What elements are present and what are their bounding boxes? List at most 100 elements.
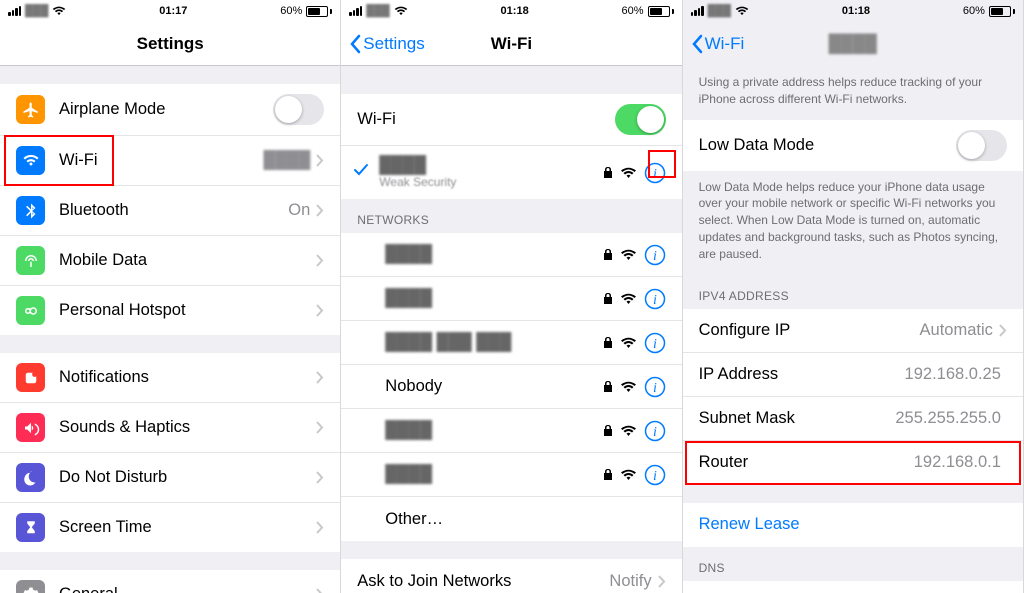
row-ask-join[interactable]: Ask to Join Networks Notify <box>341 559 681 593</box>
svg-text:i: i <box>653 293 657 308</box>
row-label: Ask to Join Networks <box>357 572 609 591</box>
row-hotspot[interactable]: Personal Hotspot <box>0 286 340 335</box>
status-time: 01:17 <box>159 5 187 17</box>
row-value: 255.255.255.0 <box>895 409 1001 428</box>
info-icon[interactable]: i <box>644 376 666 398</box>
battery-pct: 60% <box>963 5 985 17</box>
chevron-left-icon <box>349 34 361 54</box>
privacy-footer: Using a private address helps reduce tra… <box>683 66 1023 120</box>
status-bar: ███ 01:17 60% <box>0 0 340 22</box>
wifi-strength-icon <box>621 469 636 481</box>
row-value: 192.168.0.1 <box>914 453 1001 472</box>
row-configure-dns[interactable]: Configure DNS Automatic <box>683 581 1023 593</box>
row-network[interactable]: ████ i <box>341 409 681 453</box>
moon-icon <box>16 463 45 492</box>
row-connected-network[interactable]: ████ Weak Security i <box>341 146 681 199</box>
nav-bar: Wi-Fi ████ <box>683 22 1023 66</box>
airplane-toggle[interactable] <box>273 94 324 125</box>
wifi-strength-icon <box>621 425 636 437</box>
row-network[interactable]: ████ i <box>341 453 681 497</box>
signal-icon <box>691 6 704 16</box>
carrier-blur: ███ <box>25 5 48 17</box>
info-icon[interactable]: i <box>644 464 666 486</box>
hourglass-icon <box>16 513 45 542</box>
wifi-icon <box>52 6 66 16</box>
row-label: Low Data Mode <box>699 136 956 155</box>
svg-text:i: i <box>653 167 657 182</box>
row-screentime[interactable]: Screen Time <box>0 503 340 552</box>
info-icon[interactable]: i <box>644 244 666 266</box>
network-name: ████ <box>385 421 602 440</box>
gear-icon <box>16 580 45 593</box>
hotspot-icon <box>16 296 45 325</box>
back-label: Wi-Fi <box>705 34 745 54</box>
row-general[interactable]: General <box>0 570 340 593</box>
status-time: 01:18 <box>842 5 870 17</box>
row-label: Other… <box>385 510 665 529</box>
wifi-strength-icon <box>621 381 636 393</box>
row-network[interactable]: ████ ███ ███ i <box>341 321 681 365</box>
chevron-right-icon <box>316 204 324 217</box>
row-label: Router <box>699 453 914 472</box>
wifi-icon <box>16 146 45 175</box>
low-data-footer: Low Data Mode helps reduce your iPhone d… <box>683 171 1023 275</box>
back-button[interactable]: Wi-Fi <box>691 34 745 54</box>
svg-text:i: i <box>653 469 657 484</box>
section-header: NETWORKS <box>341 199 681 233</box>
screen-network-detail: ███ 01:18 60% Wi-Fi ████ Using a private… <box>683 0 1024 593</box>
nav-bar: Settings <box>0 22 340 66</box>
row-label: Subnet Mask <box>699 409 896 428</box>
battery-pct: 60% <box>280 5 302 17</box>
row-wifi-master[interactable]: Wi-Fi <box>341 94 681 146</box>
status-bar: ███ 01:18 60% <box>341 0 681 22</box>
chevron-right-icon <box>316 471 324 484</box>
low-data-toggle[interactable] <box>956 130 1007 161</box>
screen-settings: ███ 01:17 60% Settings Airplane Mode Wi-… <box>0 0 341 593</box>
chevron-left-icon <box>691 34 703 54</box>
back-button[interactable]: Settings <box>349 34 424 54</box>
row-label: Sounds & Haptics <box>59 418 316 437</box>
row-mobile-data[interactable]: Mobile Data <box>0 236 340 286</box>
checkmark-icon <box>353 162 371 183</box>
row-label: Renew Lease <box>699 515 1007 534</box>
row-wifi[interactable]: Wi-Fi ████ <box>0 136 340 186</box>
info-icon[interactable]: i <box>644 288 666 310</box>
network-name: ████ <box>379 156 602 175</box>
row-label: IP Address <box>699 365 905 384</box>
network-subtitle: Weak Security <box>379 175 602 189</box>
row-notifications[interactable]: Notifications <box>0 353 340 403</box>
network-name: ████ <box>385 245 602 264</box>
svg-text:i: i <box>653 337 657 352</box>
row-network[interactable]: ████ i <box>341 277 681 321</box>
lock-icon <box>603 166 613 179</box>
lock-icon <box>603 292 613 305</box>
row-other[interactable]: Other… <box>341 497 681 541</box>
row-configure-ip[interactable]: Configure IP Automatic <box>683 309 1023 353</box>
row-low-data[interactable]: Low Data Mode <box>683 120 1023 171</box>
row-renew-lease[interactable]: Renew Lease <box>683 503 1023 547</box>
wifi-toggle[interactable] <box>615 104 666 135</box>
info-icon[interactable]: i <box>644 420 666 442</box>
chevron-right-icon <box>316 154 324 167</box>
battery-icon <box>989 6 1015 17</box>
lock-icon <box>603 468 613 481</box>
row-bluetooth[interactable]: Bluetooth On <box>0 186 340 236</box>
row-label: Wi-Fi <box>357 110 614 129</box>
nav-bar: Settings Wi-Fi <box>341 22 681 66</box>
row-network[interactable]: Nobody i <box>341 365 681 409</box>
svg-text:i: i <box>653 425 657 440</box>
info-icon[interactable]: i <box>644 162 666 184</box>
row-sounds[interactable]: Sounds & Haptics <box>0 403 340 453</box>
row-value: On <box>288 201 310 220</box>
row-airplane[interactable]: Airplane Mode <box>0 84 340 136</box>
row-dnd[interactable]: Do Not Disturb <box>0 453 340 503</box>
row-label: Mobile Data <box>59 251 316 270</box>
info-icon[interactable]: i <box>644 332 666 354</box>
row-router: Router 192.168.0.1 <box>683 441 1023 485</box>
antenna-icon <box>16 246 45 275</box>
lock-icon <box>603 380 613 393</box>
chevron-right-icon <box>999 324 1007 337</box>
row-network[interactable]: ████ i <box>341 233 681 277</box>
sounds-icon <box>16 413 45 442</box>
carrier-blur: ███ <box>366 5 389 17</box>
